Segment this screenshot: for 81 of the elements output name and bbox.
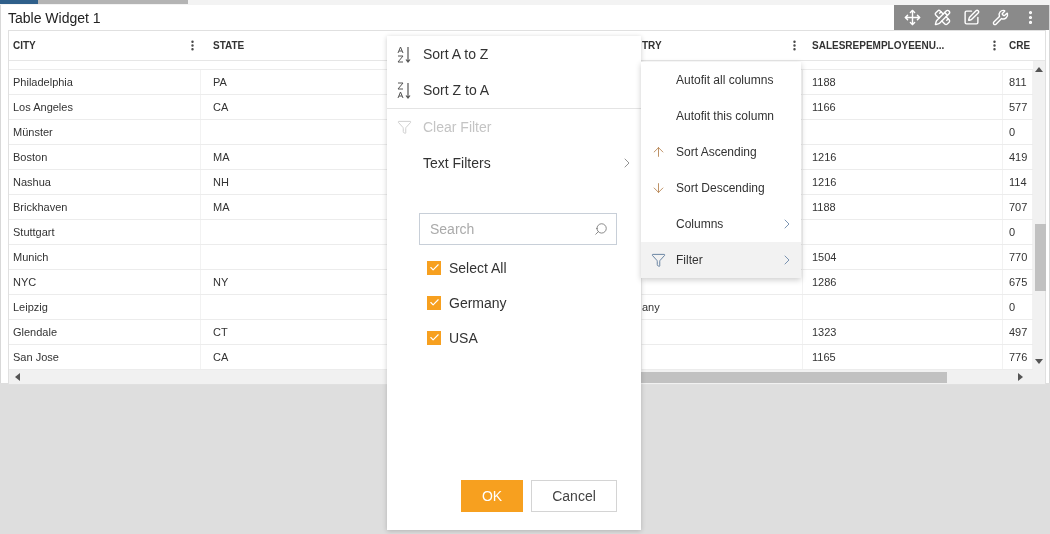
scroll-down-icon[interactable] <box>1035 359 1043 364</box>
table-cell: 1323 <box>812 326 837 338</box>
menu-item[interactable]: Columns <box>641 206 801 242</box>
sort-ascending-icon <box>397 45 412 63</box>
table-cell: 1165 <box>812 351 836 363</box>
search-field[interactable]: Search <box>419 213 617 245</box>
table-cell: 419 <box>1009 151 1028 163</box>
table-cell: 1188 <box>812 76 836 88</box>
table-cell: NYC <box>13 276 37 288</box>
menu-item[interactable]: Sort Descending <box>641 170 801 206</box>
column-header[interactable]: CRE <box>1009 40 1031 51</box>
wrench-icon[interactable] <box>992 9 1010 26</box>
filter-icon <box>651 252 666 268</box>
table-cell: 1188 <box>812 201 836 213</box>
arrow-down-icon <box>651 180 666 196</box>
table-cell: 0 <box>1009 301 1016 313</box>
search-icon <box>594 222 608 236</box>
table-cell: 1166 <box>812 101 836 113</box>
column-header[interactable]: STATE <box>213 40 245 51</box>
table-cell: Nashua <box>13 176 51 188</box>
table-cell: 1286 <box>812 276 837 288</box>
menu-item[interactable]: Sort A to Z <box>387 36 641 72</box>
table-cell: 497 <box>1009 326 1028 338</box>
checkbox[interactable] <box>427 330 441 345</box>
table-cell: Stuttgart <box>13 226 55 238</box>
table-cell: 1216 <box>812 176 837 188</box>
sort-descending-icon <box>397 81 412 99</box>
table-cell: MA <box>213 151 230 163</box>
scroll-up-icon[interactable] <box>1035 67 1043 72</box>
menu-item[interactable]: Autofit this column <box>641 98 801 134</box>
checkbox-label: USA <box>449 329 478 346</box>
table-cell: 811 <box>1009 76 1027 88</box>
vertical-scrollbar[interactable] <box>1033 61 1045 370</box>
table-cell: 577 <box>1009 101 1028 113</box>
menu-item[interactable]: Autofit all columns <box>641 62 801 98</box>
table-cell: Philadelphia <box>13 76 73 88</box>
table-cell: Leipzig <box>13 301 48 313</box>
table-cell: NH <box>213 176 229 188</box>
table-cell: Los Angeles <box>13 101 73 113</box>
table-cell: 707 <box>1009 201 1028 213</box>
cancel-button[interactable]: Cancel <box>531 480 617 512</box>
table-cell: MA <box>213 201 230 213</box>
scroll-left-icon[interactable] <box>15 373 20 381</box>
menu-item[interactable]: Text Filters <box>387 145 641 181</box>
widget-title: Table Widget 1 <box>8 9 101 26</box>
checkbox[interactable] <box>427 260 441 275</box>
checkbox-label: Select All <box>449 259 507 276</box>
table-cell: 1504 <box>812 251 837 263</box>
menu-item[interactable]: Sort Ascending <box>641 134 801 170</box>
checkbox[interactable] <box>427 295 441 310</box>
table-cell: 776 <box>1009 351 1028 363</box>
table-cell: CT <box>213 326 228 338</box>
table-cell: PA <box>213 76 227 88</box>
table-cell: San Jose <box>13 351 59 363</box>
column-header[interactable]: SALESREPEMPLOYEENU... <box>812 40 945 51</box>
checkbox-label: Germany <box>449 294 507 311</box>
table-cell: 1216 <box>812 151 837 163</box>
table-cell: Glendale <box>13 326 58 338</box>
column-header[interactable]: TRY <box>642 40 662 51</box>
table-cell: Munich <box>13 251 49 263</box>
table-cell: Brickhaven <box>13 201 68 213</box>
table-cell: 0 <box>1009 226 1016 238</box>
table-cell: 675 <box>1009 276 1028 288</box>
scroll-right-icon[interactable] <box>1018 373 1023 381</box>
table-cell: CA <box>213 351 229 363</box>
table-cell: Boston <box>13 151 48 163</box>
menu-item[interactable]: Filter <box>641 242 801 278</box>
scrollbar-thumb[interactable] <box>1035 224 1046 291</box>
table-cell: 114 <box>1009 176 1027 188</box>
table-cell: NY <box>213 276 229 288</box>
table-cell: Münster <box>13 126 53 138</box>
column-header[interactable]: CITY <box>13 40 36 51</box>
move-icon[interactable] <box>904 9 922 26</box>
table-cell: any <box>642 301 660 313</box>
table-cell: 0 <box>1009 126 1016 138</box>
pencil-ruler-icon[interactable] <box>933 9 951 26</box>
table-cell: 770 <box>1009 251 1028 263</box>
menu-item[interactable]: Sort Z to A <box>387 72 641 108</box>
edit-icon[interactable] <box>962 9 980 26</box>
filter-icon <box>397 119 412 135</box>
table-cell: CA <box>213 101 229 113</box>
